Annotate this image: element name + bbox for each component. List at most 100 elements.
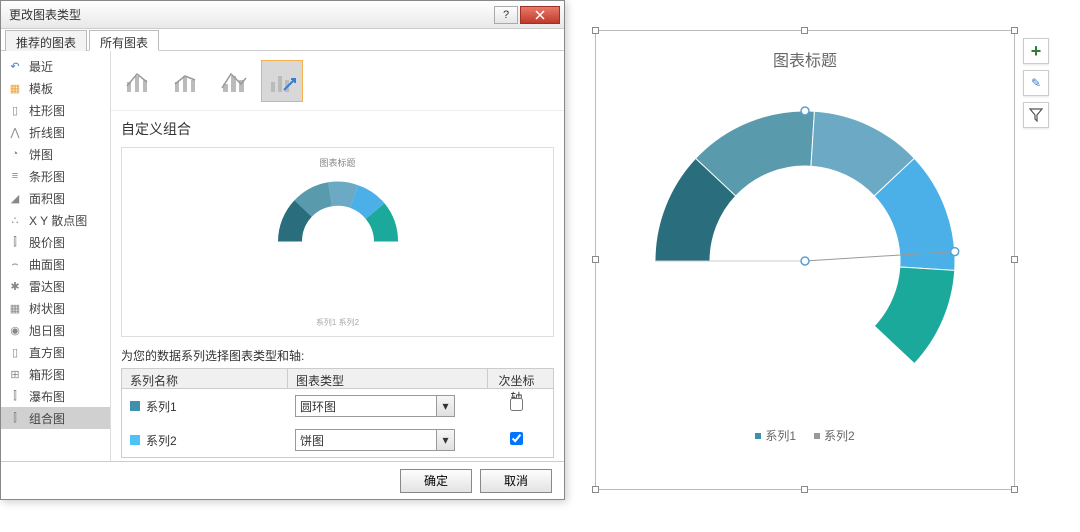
combo-thumb-1[interactable] bbox=[117, 60, 159, 102]
th-series-name: 系列名称 bbox=[122, 369, 287, 388]
legend-swatch-icon bbox=[755, 433, 761, 439]
change-chart-type-dialog: 更改图表类型 ? 推荐的图表 所有图表 ↶最近▦模板▯柱形图⋀折线图◔饼图≡条形… bbox=[0, 0, 565, 500]
legend-item[interactable]: 系列2 bbox=[814, 427, 855, 444]
sidebar-item-14[interactable]: ⊞ 箱形图 bbox=[1, 363, 110, 385]
series-prompt: 为您的数据系列选择图表类型和轴: bbox=[111, 343, 564, 368]
chart-side-tools: + ✎ bbox=[1023, 30, 1051, 128]
chart-type-icon: ≡ bbox=[7, 168, 23, 184]
sidebar-item-label: 直方图 bbox=[29, 344, 65, 361]
legend-item[interactable]: 系列1 bbox=[755, 427, 796, 444]
sidebar-item-2[interactable]: ▯柱形图 bbox=[1, 99, 110, 121]
cancel-button[interactable]: 取消 bbox=[480, 469, 552, 493]
legend-label: 系列1 bbox=[765, 427, 796, 444]
sidebar-item-9[interactable]: ⌢ 曲面图 bbox=[1, 253, 110, 275]
combo-thumb-2[interactable] bbox=[165, 60, 207, 102]
sidebar-item-7[interactable]: ∴ X Y 散点图 bbox=[1, 209, 110, 231]
chart-type-select[interactable]: 饼图 ▾ bbox=[295, 429, 455, 451]
secondary-axis-checkbox[interactable] bbox=[510, 432, 523, 445]
resize-handle[interactable] bbox=[592, 256, 599, 263]
sidebar-item-label: 柱形图 bbox=[29, 102, 65, 119]
sidebar-item-label: 箱形图 bbox=[29, 366, 65, 383]
combo-icon bbox=[123, 66, 153, 96]
sidebar-item-label: 条形图 bbox=[29, 168, 65, 185]
combo-icon bbox=[171, 66, 201, 96]
combo-variant-thumbs bbox=[111, 51, 564, 111]
chart-type-sidebar: ↶ 最近 ▦模板▯柱形图⋀折线图◔饼图 ≡ 条形图 ◢面积图 ∴ X Y 散点图 ⫿ 股价图 ⌢ 曲面… bbox=[1, 51, 111, 461]
sidebar-item-10[interactable]: ✱ 雷达图 bbox=[1, 275, 110, 297]
chart-type-icon: ↶ bbox=[7, 58, 23, 74]
chart-filter-button[interactable] bbox=[1023, 102, 1049, 128]
resize-handle[interactable] bbox=[1011, 486, 1018, 493]
selection-handle-icon[interactable] bbox=[951, 248, 959, 256]
chevron-down-icon: ▾ bbox=[436, 430, 454, 450]
chart-type-icon: ⫿ bbox=[7, 410, 23, 426]
th-chart-type: 图表类型 bbox=[287, 369, 487, 388]
chart-type-icon: ⌢ bbox=[7, 256, 23, 272]
chart-type-icon: ◢ bbox=[7, 190, 23, 206]
resize-handle[interactable] bbox=[1011, 27, 1018, 34]
chart-styles-button[interactable]: ✎ bbox=[1023, 70, 1049, 96]
table-row: 系列1 圆环图▾ bbox=[122, 389, 553, 423]
sidebar-item-label: X Y 散点图 bbox=[29, 212, 87, 229]
tab-recommended[interactable]: 推荐的图表 bbox=[5, 30, 87, 51]
chart-elements-button[interactable]: + bbox=[1023, 38, 1049, 64]
chart-title[interactable]: 图表标题 bbox=[773, 41, 837, 81]
chart-object[interactable]: 图表标题 系列1 系列2 bbox=[595, 30, 1015, 490]
selection-handle-icon[interactable] bbox=[801, 107, 809, 115]
ok-button[interactable]: 确定 bbox=[400, 469, 472, 493]
tab-bar: 推荐的图表 所有图表 bbox=[1, 29, 564, 51]
sidebar-item-12[interactable]: ◉旭日图 bbox=[1, 319, 110, 341]
chart-type-icon: ✱ bbox=[7, 278, 23, 294]
sidebar-item-11[interactable]: ▦ 树状图 bbox=[1, 297, 110, 319]
th-secondary-axis: 次坐标轴 bbox=[487, 369, 545, 388]
sidebar-item-4[interactable]: ◔饼图 bbox=[1, 143, 110, 165]
series-name: 系列2 bbox=[146, 432, 177, 449]
donut-segment[interactable] bbox=[655, 261, 914, 411]
sidebar-item-8[interactable]: ⫿ 股价图 bbox=[1, 231, 110, 253]
secondary-axis-checkbox[interactable] bbox=[510, 398, 523, 411]
sidebar-item-1[interactable]: ▦模板 bbox=[1, 77, 110, 99]
sidebar-item-label: 雷达图 bbox=[29, 278, 65, 295]
sidebar-item-label: 曲面图 bbox=[29, 256, 65, 273]
combo-icon bbox=[219, 66, 249, 96]
chart-type-icon: ∴ bbox=[7, 212, 23, 228]
resize-handle[interactable] bbox=[1011, 256, 1018, 263]
close-icon bbox=[535, 10, 545, 20]
selection-handle-icon[interactable] bbox=[801, 257, 809, 265]
sidebar-item-13[interactable]: ▯直方图 bbox=[1, 341, 110, 363]
sidebar-item-label: 股价图 bbox=[29, 234, 65, 251]
sidebar-item-5[interactable]: ≡ 条形图 bbox=[1, 165, 110, 187]
chart-type-icon: ▦ bbox=[7, 300, 23, 316]
combo-thumb-custom[interactable] bbox=[261, 60, 303, 102]
brush-icon: ✎ bbox=[1031, 76, 1041, 90]
doughnut-chart-icon[interactable] bbox=[635, 81, 975, 421]
chart-preview[interactable]: 图表标题 系列1 系列2 bbox=[121, 147, 554, 337]
series-color-swatch bbox=[130, 435, 140, 445]
series-color-swatch bbox=[130, 401, 140, 411]
sidebar-item-label: 瀑布图 bbox=[29, 388, 65, 405]
resize-handle[interactable] bbox=[592, 27, 599, 34]
sidebar-item-3[interactable]: ⋀折线图 bbox=[1, 121, 110, 143]
help-button[interactable]: ? bbox=[494, 6, 518, 24]
sidebar-item-label: 最近 bbox=[29, 58, 53, 75]
funnel-icon bbox=[1029, 108, 1043, 122]
chart-type-icon: ⫿ bbox=[7, 234, 23, 250]
close-button[interactable] bbox=[520, 6, 560, 24]
sidebar-item-15[interactable]: ⫿瀑布图 bbox=[1, 385, 110, 407]
sidebar-item-6[interactable]: ◢面积图 bbox=[1, 187, 110, 209]
sidebar-item-0[interactable]: ↶ 最近 bbox=[1, 55, 110, 77]
combo-value: 饼图 bbox=[300, 432, 324, 449]
legend-label: 系列2 bbox=[824, 427, 855, 444]
sidebar-item-label: 树状图 bbox=[29, 300, 65, 317]
chart-type-icon: ⊞ bbox=[7, 366, 23, 382]
sidebar-item-label: 饼图 bbox=[29, 146, 53, 163]
chart-type-select[interactable]: 圆环图▾ bbox=[295, 395, 455, 417]
section-title: 自定义组合 bbox=[111, 111, 564, 147]
combo-thumb-3[interactable] bbox=[213, 60, 255, 102]
resize-handle[interactable] bbox=[801, 27, 808, 34]
sidebar-item-16[interactable]: ⫿组合图 bbox=[1, 407, 110, 429]
resize-handle[interactable] bbox=[592, 486, 599, 493]
chart-legend[interactable]: 系列1 系列2 bbox=[755, 427, 854, 444]
tab-all[interactable]: 所有图表 bbox=[89, 30, 159, 51]
resize-handle[interactable] bbox=[801, 486, 808, 493]
